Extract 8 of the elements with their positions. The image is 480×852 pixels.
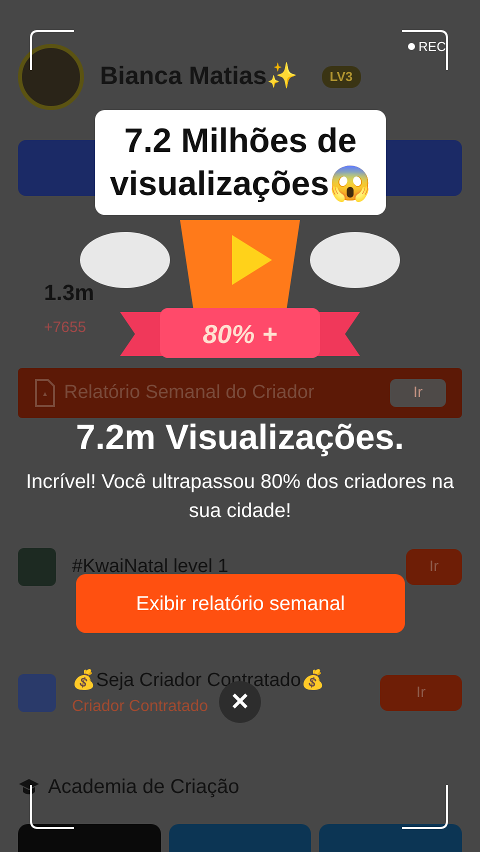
- headline-dialog: 7.2 Milhões de visualizações😱: [95, 110, 386, 215]
- popup-title: 7.2m Visualizações.: [74, 417, 406, 459]
- percentile-ribbon-text: 80% +: [202, 319, 278, 349]
- stat-change: +7655: [44, 318, 88, 338]
- recording-label: REC: [418, 38, 446, 56]
- popup-message: Incrível! Você ultrapassou 80% dos criadores na sua cidade!: [24, 470, 456, 524]
- task-subtitle: Criador Contratado: [72, 697, 208, 718]
- level-badge: LV3: [322, 66, 361, 88]
